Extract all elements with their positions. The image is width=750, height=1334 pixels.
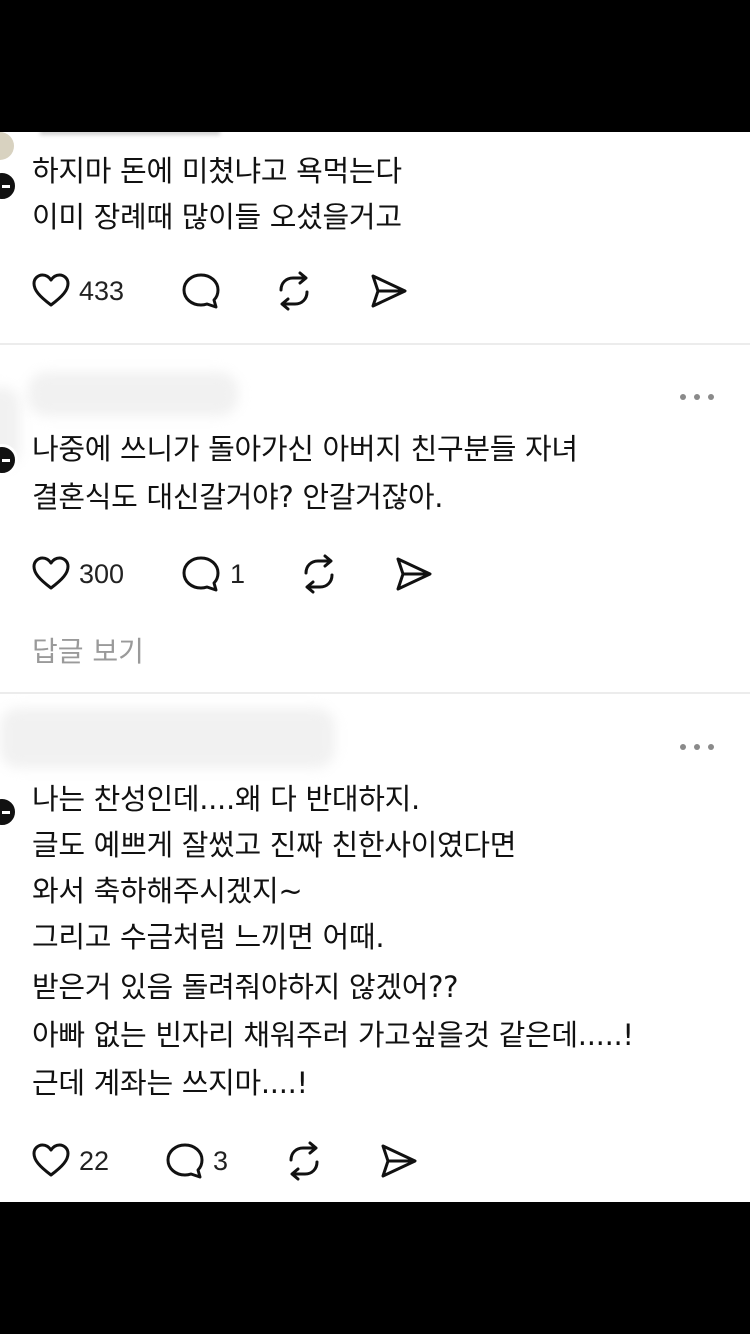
- like-count: 300: [79, 559, 125, 589]
- blurred-username: [28, 372, 238, 416]
- like-count: 22: [79, 1146, 110, 1176]
- post-text-line: 나는 찬성인데....왜 다 반대하지.: [32, 782, 420, 816]
- post-text-line: 그리고 수금처럼 느끼면 어때.: [32, 920, 385, 954]
- heart-icon[interactable]: [30, 1140, 72, 1182]
- post-text-line: 와서 축하해주시겠지~: [32, 874, 303, 908]
- speech-bubble-icon[interactable]: [180, 270, 222, 312]
- post-text-line: 하지마 돈에 미쳤냐고 욕먹는다: [32, 154, 402, 188]
- repost-icon[interactable]: [273, 270, 315, 312]
- reply-count: 3: [213, 1146, 229, 1176]
- post-text-line: 글도 예쁘게 잘썼고 진짜 친한사이였다면: [32, 828, 517, 862]
- repost-icon[interactable]: [298, 553, 340, 595]
- post-text-line: 이미 장례때 많이들 오셨을거고: [32, 200, 402, 234]
- post-divider: [0, 692, 750, 694]
- like-count: 433: [79, 276, 125, 306]
- post-text-line: 나중에 쓰니가 돌아가신 아버지 친구분들 자녀: [32, 432, 578, 466]
- thread-screen: 하지마 돈에 미쳤냐고 욕먹는다 이미 장례때 많이들 오셨을거고 433 나중…: [0, 132, 750, 1202]
- heart-icon[interactable]: [30, 553, 72, 595]
- post-text-line: 결혼식도 대신갈거야? 안갈거잖아.: [32, 480, 444, 514]
- repost-icon[interactable]: [283, 1140, 325, 1182]
- blurred-username: [0, 708, 335, 768]
- post-divider: [0, 343, 750, 345]
- send-icon[interactable]: [367, 270, 409, 312]
- send-icon[interactable]: [392, 553, 434, 595]
- post-text-line: 아빠 없는 빈자리 채워주러 가고싶을것 같은데.....!: [32, 1018, 634, 1052]
- collapse-badge-icon[interactable]: [0, 170, 18, 202]
- send-icon[interactable]: [377, 1140, 419, 1182]
- view-replies-link[interactable]: 답글 보기: [32, 632, 144, 672]
- speech-bubble-icon[interactable]: [180, 553, 222, 595]
- more-dots-icon[interactable]: [680, 392, 714, 402]
- avatar[interactable]: [0, 132, 14, 160]
- reply-count: 1: [230, 559, 246, 589]
- cropped-username: [40, 132, 220, 135]
- speech-bubble-icon[interactable]: [164, 1140, 206, 1182]
- collapse-badge-icon[interactable]: [0, 796, 18, 828]
- post-text-line: 근데 계좌는 쓰지마....!: [32, 1066, 308, 1100]
- more-dots-icon[interactable]: [680, 742, 714, 752]
- post-text-line: 받은거 있음 돌려줘야하지 않겠어??: [32, 970, 459, 1004]
- heart-icon[interactable]: [30, 270, 72, 312]
